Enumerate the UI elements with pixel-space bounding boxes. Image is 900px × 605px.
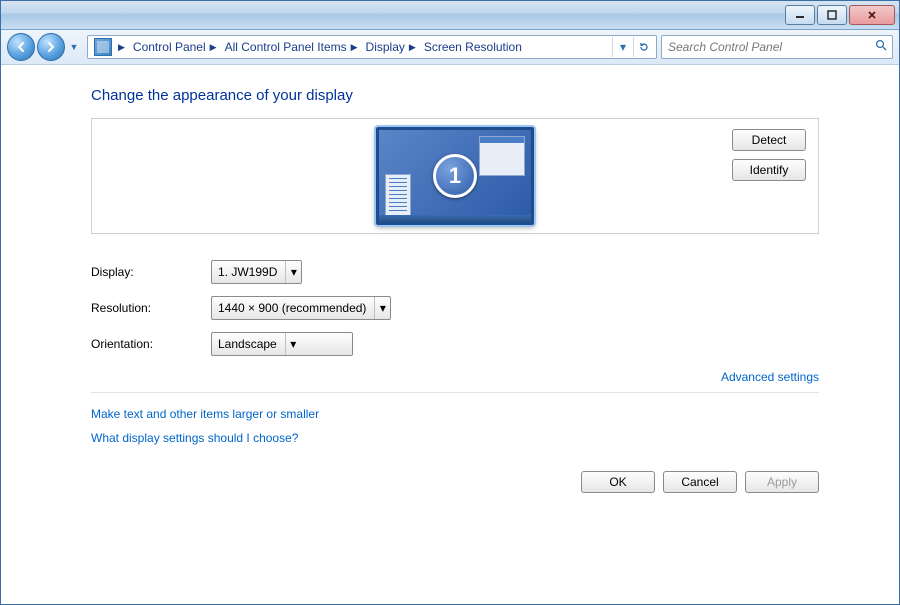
refresh-button[interactable] xyxy=(633,37,654,57)
chevron-right-icon: ▶ xyxy=(210,42,217,53)
title-bar xyxy=(1,1,899,30)
close-button[interactable] xyxy=(849,5,895,25)
breadcrumb-item[interactable]: Screen Resolution xyxy=(420,36,526,58)
preview-window-icon xyxy=(385,174,411,216)
address-bar[interactable]: ▶ Control Panel ▶ All Control Panel Item… xyxy=(87,35,657,59)
search-box[interactable] xyxy=(661,35,893,59)
identify-button[interactable]: Identify xyxy=(732,159,806,181)
preview-window-icon xyxy=(479,136,525,176)
breadcrumb-item[interactable]: All Control Panel Items ▶ xyxy=(221,36,362,58)
display-value: 1. JW199D xyxy=(218,265,277,279)
orientation-dropdown[interactable]: Landscape ▾ xyxy=(211,332,353,356)
orientation-value: Landscape xyxy=(218,337,277,351)
chevron-right-icon: ▶ xyxy=(409,42,416,53)
cancel-button[interactable]: Cancel xyxy=(663,471,737,493)
display-label: Display: xyxy=(91,265,211,279)
back-button[interactable] xyxy=(7,33,35,61)
chevron-down-icon: ▾ xyxy=(374,297,390,319)
breadcrumb-item[interactable]: Control Panel ▶ xyxy=(129,36,221,58)
chevron-down-icon: ▾ xyxy=(285,261,301,283)
ok-button[interactable]: OK xyxy=(581,471,655,493)
help-link[interactable]: What display settings should I choose? xyxy=(91,431,819,445)
search-input[interactable] xyxy=(666,39,875,55)
navigation-bar: ▼ ▶ Control Panel ▶ All Control Panel It… xyxy=(1,30,899,65)
display-preview-box: 1 Detect Identify xyxy=(91,118,819,234)
page-title: Change the appearance of your display xyxy=(91,87,819,104)
detect-button[interactable]: Detect xyxy=(732,129,806,151)
maximize-button[interactable] xyxy=(817,5,847,25)
content-area: Change the appearance of your display 1 … xyxy=(1,65,899,604)
address-dropdown-button[interactable]: ▾ xyxy=(612,37,633,57)
minimize-button[interactable] xyxy=(785,5,815,25)
apply-button[interactable]: Apply xyxy=(745,471,819,493)
resolution-dropdown[interactable]: 1440 × 900 (recommended) ▾ xyxy=(211,296,391,320)
chevron-right-icon: ▶ xyxy=(351,42,358,53)
chevron-right-icon: ▶ xyxy=(118,42,125,53)
settings-grid: Display: 1. JW199D ▾ Resolution: 1440 × … xyxy=(91,260,819,356)
resolution-label: Resolution: xyxy=(91,301,211,315)
forward-button[interactable] xyxy=(37,33,65,61)
control-panel-icon xyxy=(94,38,112,56)
breadcrumb-label: Display xyxy=(366,40,405,54)
breadcrumb-label: Screen Resolution xyxy=(424,40,522,54)
recent-locations-button[interactable]: ▼ xyxy=(67,40,81,54)
window-frame: ▼ ▶ Control Panel ▶ All Control Panel It… xyxy=(0,0,900,605)
separator xyxy=(91,392,819,393)
preview-taskbar-icon xyxy=(379,215,531,222)
text-size-link[interactable]: Make text and other items larger or smal… xyxy=(91,407,819,421)
dialog-buttons: OK Cancel Apply xyxy=(91,471,819,493)
advanced-settings-link[interactable]: Advanced settings xyxy=(721,370,819,384)
chevron-down-icon: ▾ xyxy=(285,333,301,355)
search-icon xyxy=(875,39,888,55)
monitor-preview[interactable]: 1 xyxy=(376,127,534,225)
display-dropdown[interactable]: 1. JW199D ▾ xyxy=(211,260,302,284)
breadcrumb-label: Control Panel xyxy=(133,40,206,54)
breadcrumb-label: All Control Panel Items xyxy=(225,40,347,54)
orientation-label: Orientation: xyxy=(91,337,211,351)
resolution-value: 1440 × 900 (recommended) xyxy=(218,301,366,315)
breadcrumb-root-icon[interactable]: ▶ xyxy=(90,36,129,58)
monitor-number-badge: 1 xyxy=(433,154,477,198)
breadcrumb-item[interactable]: Display ▶ xyxy=(362,36,420,58)
